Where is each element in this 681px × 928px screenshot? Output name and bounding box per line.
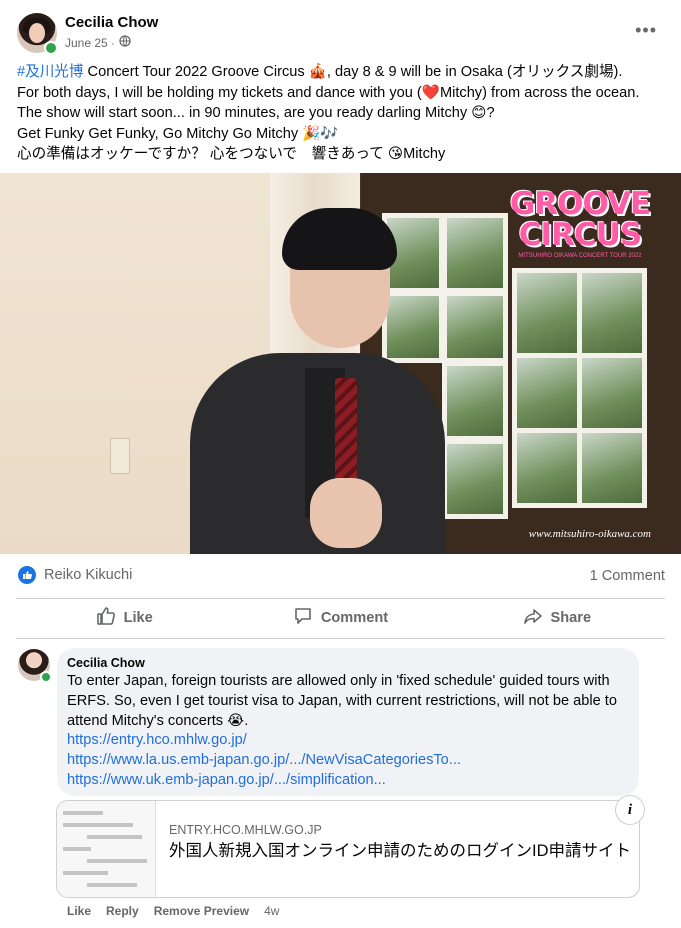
like-icon [96, 606, 116, 630]
link-preview-thumbnail [57, 801, 156, 897]
post-header: Cecilia Chow June 25 · ••• [0, 0, 681, 60]
post-line-1-text: Concert Tour 2022 Groove Circus 🎪, day 8… [83, 64, 623, 80]
remove-preview-link[interactable]: Remove Preview [154, 904, 249, 918]
post-date[interactable]: June 25 · [65, 36, 115, 50]
post-line-1: #及川光博 Concert Tour 2022 Groove Circus 🎪,… [17, 62, 667, 83]
info-button[interactable]: i [615, 795, 645, 825]
comment-link-2[interactable]: https://www.la.us.emb-japan.go.jp/.../Ne… [67, 751, 632, 771]
like-button[interactable]: Like [16, 600, 232, 636]
link-preview-domain: ENTRY.HCO.MHLW.GO.JP [169, 823, 322, 837]
comment-label: Comment [320, 610, 389, 626]
commenter-online-dot [40, 671, 52, 683]
hashtag-link[interactable]: #及川光博 [17, 64, 84, 80]
reaction-summary[interactable]: Reiko Kikuchi [18, 566, 132, 584]
post-line-2: For both days, I will be holding my tick… [17, 84, 640, 101]
post-meta: June 25 · [65, 35, 131, 50]
link-preview-card[interactable]: ENTRY.HCO.MHLW.GO.JP 外国人新規入国オンライン申請のためのロ… [56, 800, 640, 898]
divider-bottom [16, 638, 665, 639]
groove-circus-logo: GROOVE CIRCUS MITSUHIRO OIKAWA CONCERT T… [509, 186, 651, 260]
share-label: Share [550, 610, 592, 626]
author-name[interactable]: Cecilia Chow [65, 14, 158, 31]
comment-icon [293, 606, 313, 630]
like-label: Like [123, 610, 153, 626]
comment-link-3[interactable]: https://www.uk.emb-japan.go.jp/.../simpl… [67, 771, 632, 791]
comment-text: To enter Japan, foreign tourists are all… [67, 672, 632, 791]
share-button[interactable]: Share [449, 600, 665, 636]
comment-count[interactable]: 1 Comment [590, 568, 665, 584]
person-hair [282, 208, 397, 270]
post-photo[interactable]: GROOVE CIRCUS MITSUHIRO OIKAWA CONCERT T… [0, 173, 681, 554]
person-hand [310, 478, 382, 548]
comment-timestamp[interactable]: 4w [264, 904, 279, 918]
facebook-post: Cecilia Chow June 25 · ••• #及川光博 Concert… [0, 0, 681, 928]
comment-like-link[interactable]: Like [67, 904, 91, 918]
globe-icon [119, 35, 131, 50]
post-text: #及川光博 Concert Tour 2022 Groove Circus 🎪,… [17, 62, 667, 165]
divider-top [16, 598, 665, 599]
reaction-names[interactable]: Reiko Kikuchi [44, 567, 132, 583]
online-status-dot [44, 41, 58, 55]
info-icon: i [615, 795, 645, 825]
link-preview-title: 外国人新規入国オンライン申請のためのログインID申請サイト [169, 842, 631, 860]
comment-actions: Like Reply Remove Preview 4w [67, 904, 279, 918]
post-line-5: 心の準備はオッケーですか？ 心をつないで 響きあって 😘Mitchy [17, 146, 446, 162]
share-icon [523, 606, 543, 630]
commenter-name[interactable]: Cecilia Chow [67, 656, 145, 670]
post-line-3: The show will start soon... in 90 minute… [17, 105, 495, 121]
comment-button[interactable]: Comment [232, 600, 448, 636]
more-options-icon[interactable]: ••• [635, 20, 657, 41]
comment-line-3: attend Mitchy's concerts 😭. [67, 712, 249, 729]
comment-link-1[interactable]: https://entry.hco.mhlw.go.jp/ [67, 731, 632, 751]
comment-line-1: To enter Japan, foreign tourists are all… [67, 673, 610, 689]
comment-line-2: ERFS. So, even I get tourist visa to Jap… [67, 692, 617, 709]
light-switch [110, 438, 130, 474]
image-watermark: www.mitsuhiro-oikawa.com [528, 528, 651, 540]
comment-reply-link[interactable]: Reply [106, 904, 139, 918]
post-actions: Like Comment Share [16, 600, 665, 636]
post-line-4: Get Funky Get Funky, Go Mitchy Go Mitchy… [17, 125, 339, 142]
comment-bubble: Cecilia Chow To enter Japan, foreign tou… [57, 648, 639, 796]
like-reaction-icon [18, 566, 36, 584]
